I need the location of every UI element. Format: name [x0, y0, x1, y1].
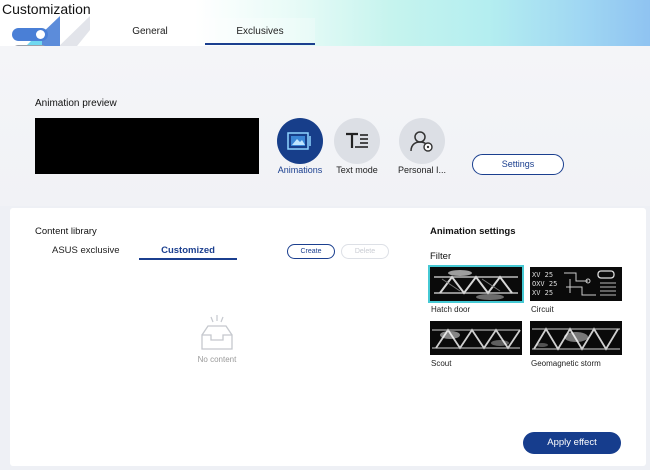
header-bar: [0, 0, 650, 46]
filter-hatch-door[interactable]: [428, 265, 524, 303]
tab-general[interactable]: General: [110, 18, 190, 45]
app-title: Customization: [2, 1, 91, 17]
tab-asus-exclusive[interactable]: ASUS exclusive: [52, 245, 120, 256]
filter-circuit-label: Circuit: [531, 305, 554, 314]
create-button[interactable]: Create: [287, 244, 335, 259]
svg-text:XV 25: XV 25: [532, 271, 553, 279]
tab-exclusives[interactable]: Exclusives: [205, 18, 315, 45]
image-animation-icon: [287, 132, 311, 150]
personal-image-mode-button[interactable]: [399, 118, 445, 164]
animations-mode-button[interactable]: [277, 118, 323, 164]
geomagnetic-storm-thumbnail: [530, 321, 622, 355]
animations-mode-label: Animations: [277, 165, 323, 175]
settings-button[interactable]: Settings: [472, 154, 564, 175]
scout-thumbnail: [430, 321, 522, 355]
filter-circuit[interactable]: XV 25 OXV 25 XV 25: [530, 267, 622, 301]
animation-preview-screen: [35, 118, 259, 174]
toggle-on-icon: [12, 28, 48, 41]
delete-button[interactable]: Delete: [341, 244, 389, 259]
circuit-thumbnail: XV 25 OXV 25 XV 25: [530, 267, 622, 301]
personal-image-mode-label: Personal I...: [397, 165, 447, 175]
filter-scout[interactable]: [430, 321, 522, 355]
svg-text:OXV 25: OXV 25: [532, 280, 557, 288]
tab-customized[interactable]: Customized: [139, 245, 237, 260]
filter-geomagnetic-storm-label: Geomagnetic storm: [531, 359, 601, 368]
filter-label: Filter: [430, 251, 452, 262]
hatch-door-thumbnail: [430, 267, 522, 301]
apply-effect-button[interactable]: Apply effect: [523, 432, 621, 454]
text-mode-label: Text mode: [336, 165, 378, 175]
text-mode-icon: [346, 132, 368, 148]
svg-text:XV 25: XV 25: [532, 289, 553, 297]
empty-state-text: No content: [197, 355, 237, 364]
filter-geomagnetic-storm[interactable]: [530, 321, 622, 355]
animation-settings-title: Animation settings: [430, 226, 516, 237]
filter-scout-label: Scout: [431, 359, 452, 368]
filter-hatch-door-label: Hatch door: [431, 305, 471, 314]
personal-image-icon: [410, 131, 433, 152]
text-mode-button[interactable]: [334, 118, 380, 164]
empty-tray-icon: [201, 315, 233, 350]
content-library-title: Content library: [35, 226, 97, 237]
animation-preview-label: Animation preview: [35, 98, 117, 109]
